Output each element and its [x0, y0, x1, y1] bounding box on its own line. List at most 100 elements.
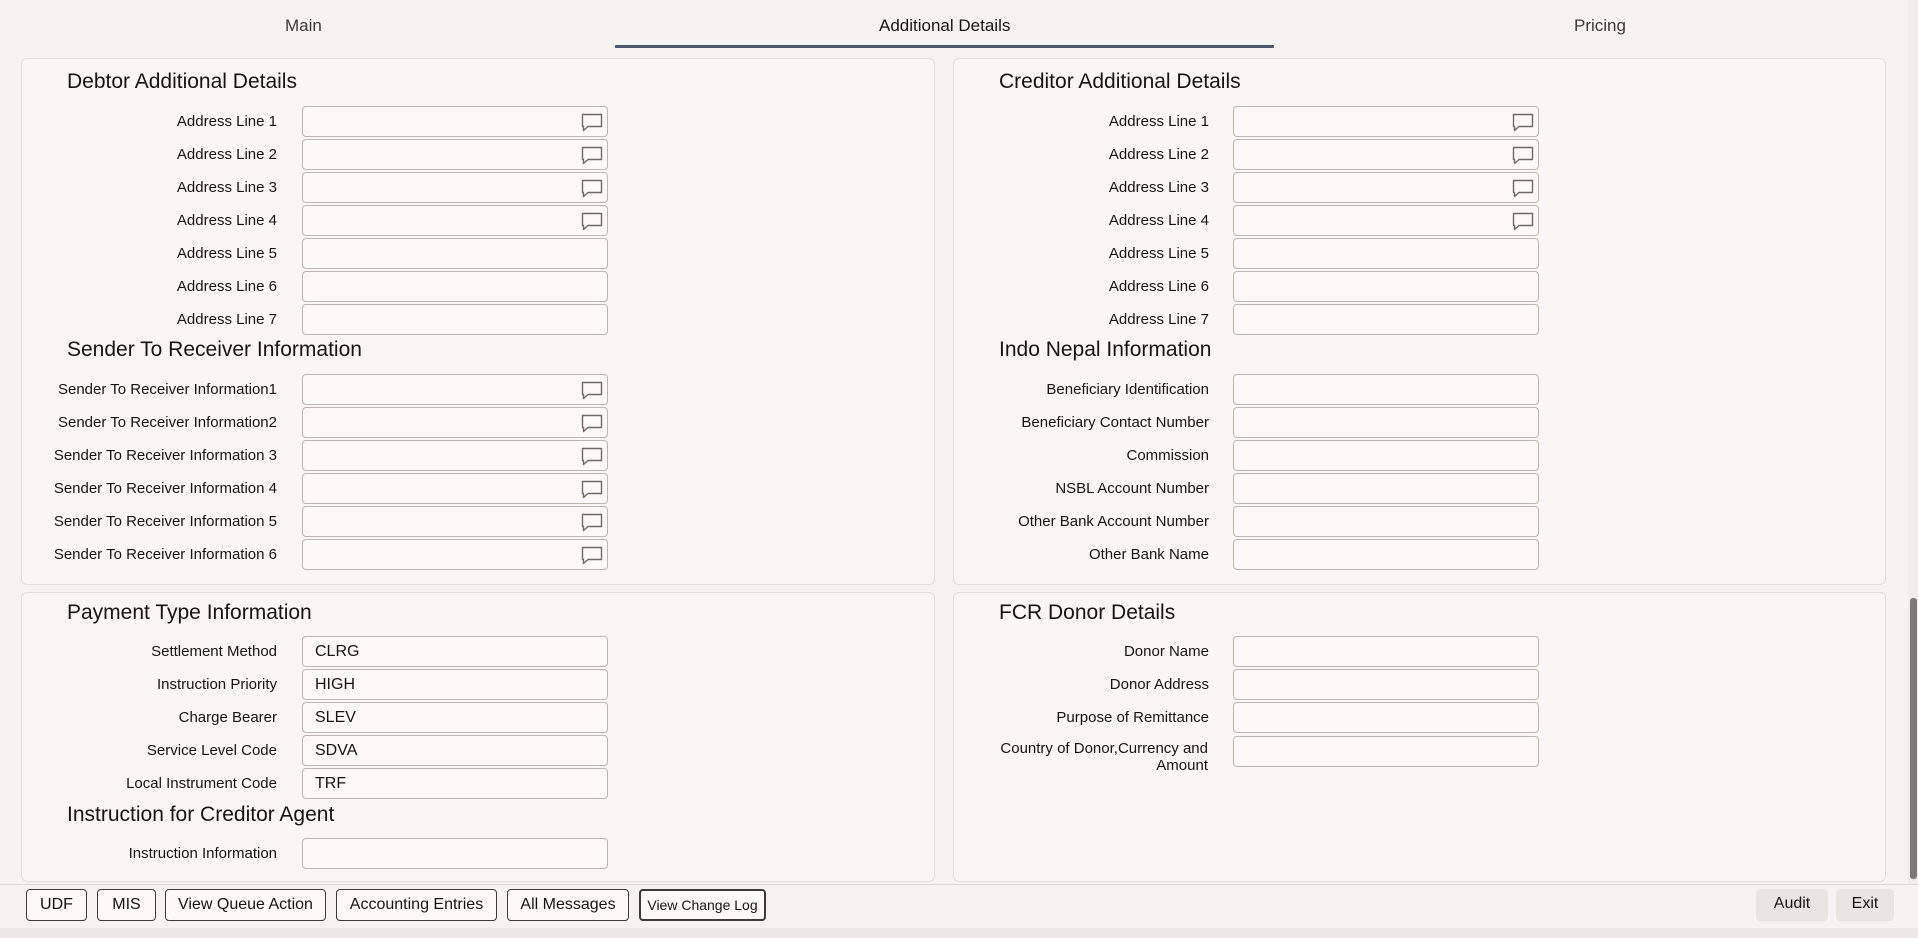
creditor-field-input[interactable] [1233, 106, 1539, 137]
tab-pricing[interactable]: Pricing [1574, 16, 1626, 36]
sender-field-label: Sender To Receiver Information2 [57, 414, 277, 431]
view-queue-action-button[interactable]: View Queue Action [165, 889, 326, 921]
sender-field-input[interactable] [302, 473, 608, 504]
debtor-field-input[interactable] [302, 172, 608, 203]
indo-nepal-field-input[interactable] [1233, 374, 1539, 405]
payment-type-field-label: Settlement Method [151, 643, 277, 660]
sender-field-label: Sender To Receiver Information1 [57, 381, 277, 398]
debtor-field-label: Address Line 7 [176, 311, 277, 328]
message-icon[interactable] [581, 414, 603, 433]
indo-nepal-field-label: Other Bank Account Number [1018, 513, 1209, 530]
creditor-field-input[interactable] [1233, 304, 1539, 335]
message-icon[interactable] [581, 212, 603, 231]
fcr-donor-title: FCR Donor Details [999, 601, 1176, 624]
country-of-donor-label: Country of Donor,Currency and Amount [1000, 740, 1208, 774]
debtor-field-label: Address Line 2 [176, 146, 277, 163]
message-icon[interactable] [581, 480, 603, 499]
payment-type-field-input[interactable]: HIGH [302, 669, 608, 700]
creditor-field-input[interactable] [1233, 271, 1539, 302]
tab-bar: Main Additional Details Pricing [0, 0, 1900, 52]
message-icon[interactable] [1512, 212, 1534, 231]
sender-field-label: Sender To Receiver Information 4 [53, 480, 277, 497]
indo-nepal-field-input[interactable] [1233, 506, 1539, 537]
creditor-field-label: Address Line 2 [1108, 146, 1209, 163]
creditor-field-label: Address Line 5 [1108, 245, 1209, 262]
message-icon[interactable] [581, 146, 603, 165]
message-icon[interactable] [581, 179, 603, 198]
creditor-field-label: Address Line 3 [1108, 179, 1209, 196]
udf-button[interactable]: UDF [26, 889, 87, 921]
debtor-field-input[interactable] [302, 304, 608, 335]
sender-field-label: Sender To Receiver Information 6 [53, 546, 277, 563]
bottom-strip [0, 928, 1918, 938]
creditor-additional-details-title: Creditor Additional Details [999, 70, 1241, 93]
payment-type-field-label: Instruction Priority [156, 676, 277, 693]
payment-type-field-label: Local Instrument Code [126, 775, 277, 792]
sender-field-input[interactable] [302, 440, 608, 471]
payment-type-field-input[interactable]: SDVA [302, 735, 608, 766]
indo-nepal-field-input[interactable] [1233, 440, 1539, 471]
indo-nepal-field-input[interactable] [1233, 473, 1539, 504]
scrollbar-thumb[interactable] [1910, 598, 1917, 879]
message-icon[interactable] [1512, 113, 1534, 132]
debtor-field-input[interactable] [302, 271, 608, 302]
sender-field-input[interactable] [302, 506, 608, 537]
payment-type-field-label: Service Level Code [146, 742, 277, 759]
debtor-field-input[interactable] [302, 106, 608, 137]
message-icon[interactable] [581, 447, 603, 466]
debtor-field-input[interactable] [302, 238, 608, 269]
sender-field-input[interactable] [302, 539, 608, 570]
creditor-agent-field-input[interactable] [302, 838, 608, 869]
message-icon[interactable] [1512, 146, 1534, 165]
fcr-donor-field-label: Donor Name [1123, 643, 1209, 660]
sender-field-input[interactable] [302, 407, 608, 438]
accounting-entries-button[interactable]: Accounting Entries [336, 889, 497, 921]
message-icon[interactable] [1512, 179, 1534, 198]
payment-type-field-label: Charge Bearer [178, 709, 277, 726]
debtor-additional-details-title: Debtor Additional Details [67, 70, 297, 93]
debtor-field-label: Address Line 4 [176, 212, 277, 229]
creditor-field-label: Address Line 4 [1108, 212, 1209, 229]
message-icon[interactable] [581, 381, 603, 400]
creditor-agent-field-label: Instruction Information [128, 845, 277, 862]
fcr-donor-field-input[interactable] [1233, 669, 1539, 700]
message-icon[interactable] [581, 513, 603, 532]
message-icon[interactable] [581, 546, 603, 565]
payment-type-field-input[interactable]: TRF [302, 768, 608, 799]
payment-type-field-input[interactable]: SLEV [302, 702, 608, 733]
tab-additional-details[interactable]: Additional Details [879, 16, 1010, 36]
exit-button[interactable]: Exit [1836, 889, 1894, 921]
indo-nepal-field-label: NSBL Account Number [1055, 480, 1209, 497]
fcr-donor-field-input[interactable] [1233, 636, 1539, 667]
indo-nepal-field-input[interactable] [1233, 407, 1539, 438]
payment-type-field-input[interactable]: CLRG [302, 636, 608, 667]
sender-field-input[interactable] [302, 374, 608, 405]
fcr-donor-field-input[interactable] [1233, 736, 1539, 767]
field-value: SLEV [315, 709, 356, 726]
debtor-field-label: Address Line 1 [176, 113, 277, 130]
creditor-field-label: Address Line 7 [1108, 311, 1209, 328]
sender-field-label: Sender To Receiver Information 3 [53, 447, 277, 464]
creditor-field-input[interactable] [1233, 238, 1539, 269]
creditor-field-input[interactable] [1233, 205, 1539, 236]
tab-main[interactable]: Main [285, 16, 322, 36]
fcr-donor-field-input[interactable] [1233, 702, 1539, 733]
mis-button[interactable]: MIS [97, 889, 156, 921]
field-value: TRF [315, 775, 347, 792]
active-tab-indicator [615, 45, 1274, 48]
creditor-field-input[interactable] [1233, 139, 1539, 170]
indo-nepal-title: Indo Nepal Information [999, 338, 1212, 361]
indo-nepal-field-label: Beneficiary Identification [1046, 381, 1209, 398]
debtor-field-input[interactable] [302, 205, 608, 236]
indo-nepal-field-label: Commission [1126, 447, 1209, 464]
creditor-field-input[interactable] [1233, 172, 1539, 203]
all-messages-button[interactable]: All Messages [507, 889, 629, 921]
payment-type-title: Payment Type Information [67, 601, 312, 624]
sender-field-label: Sender To Receiver Information 5 [53, 513, 277, 530]
audit-button[interactable]: Audit [1756, 889, 1828, 921]
message-icon[interactable] [581, 113, 603, 132]
indo-nepal-field-input[interactable] [1233, 539, 1539, 570]
view-change-log-button[interactable]: View Change Log [639, 889, 766, 921]
debtor-field-input[interactable] [302, 139, 608, 170]
indo-nepal-field-label: Beneficiary Contact Number [1021, 414, 1209, 431]
